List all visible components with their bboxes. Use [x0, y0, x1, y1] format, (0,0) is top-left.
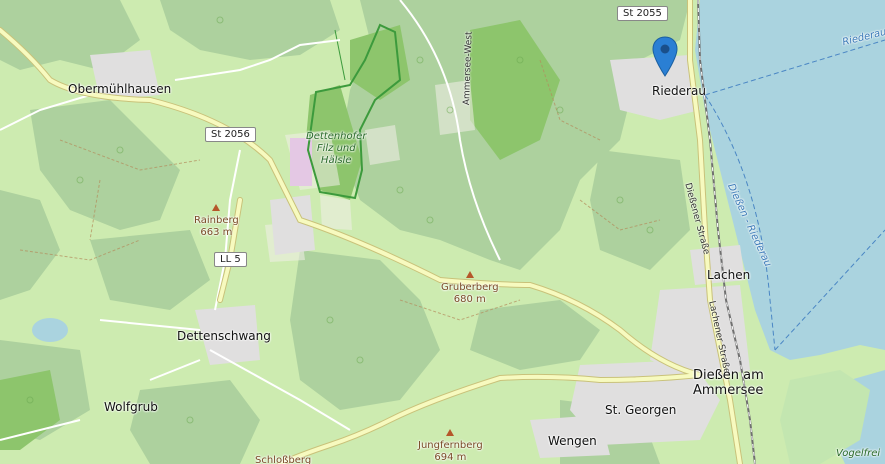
route-shield-st2056: St 2056: [205, 127, 256, 142]
peak-rainberg[interactable]: Rainberg 663 m: [194, 203, 239, 239]
place-lachen[interactable]: Lachen: [707, 268, 750, 282]
place-wolfgrub[interactable]: Wolfgrub: [104, 400, 158, 414]
place-riederau[interactable]: Riederau: [652, 84, 706, 98]
pond: [32, 318, 68, 342]
peak-gruberberg[interactable]: Gruberberg 680 m: [441, 270, 499, 306]
peak-jungfernberg[interactable]: Jungfernberg 694 m: [418, 428, 483, 464]
peak-jungfernberg-elevation: 694 m: [434, 452, 467, 463]
location-pin-icon[interactable]: [652, 36, 678, 78]
place-wengen[interactable]: Wengen: [548, 434, 597, 448]
place-obermuehlhausen[interactable]: Obermühlhausen: [68, 82, 171, 96]
place-diessen-line2: Ammersee: [693, 383, 764, 398]
peak-rainberg-name: Rainberg: [194, 215, 239, 226]
route-shield-ll5: LL 5: [214, 252, 247, 267]
route-shield-st2055: St 2055: [617, 6, 668, 21]
place-st-georgen[interactable]: St. Georgen: [605, 403, 676, 417]
reserve-label-line3: Hälsle: [320, 155, 352, 166]
peak-triangle-icon: [212, 204, 221, 211]
place-diessen-line1: Dießen am: [693, 368, 764, 383]
peak-jungfernberg-name: Jungfernberg: [418, 440, 483, 451]
reserve-label-line2: Filz und: [316, 143, 356, 154]
place-schlossberg: Schloßberg: [255, 455, 312, 464]
place-dettenschwang[interactable]: Dettenschwang: [177, 329, 271, 343]
peak-rainberg-elevation: 663 m: [200, 227, 233, 238]
peak-triangle-icon: [465, 271, 474, 278]
reserve-label-dettenhofer: Dettenhofer Filz und Hälsle: [306, 131, 366, 167]
place-diessen-am-ammersee[interactable]: Dießen am Ammersee: [693, 368, 764, 398]
peak-gruberberg-name: Gruberberg: [441, 282, 499, 293]
map-viewport[interactable]: St 2055 St 2056 LL 5 Ammersee-West Dieße…: [0, 0, 885, 464]
peak-gruberberg-elevation: 680 m: [453, 294, 486, 305]
reserve-label-line1: Dettenhofer: [306, 131, 367, 142]
peak-triangle-icon: [446, 429, 455, 436]
reserve-label-vogelfrei: Vogelfrei: [836, 448, 881, 459]
